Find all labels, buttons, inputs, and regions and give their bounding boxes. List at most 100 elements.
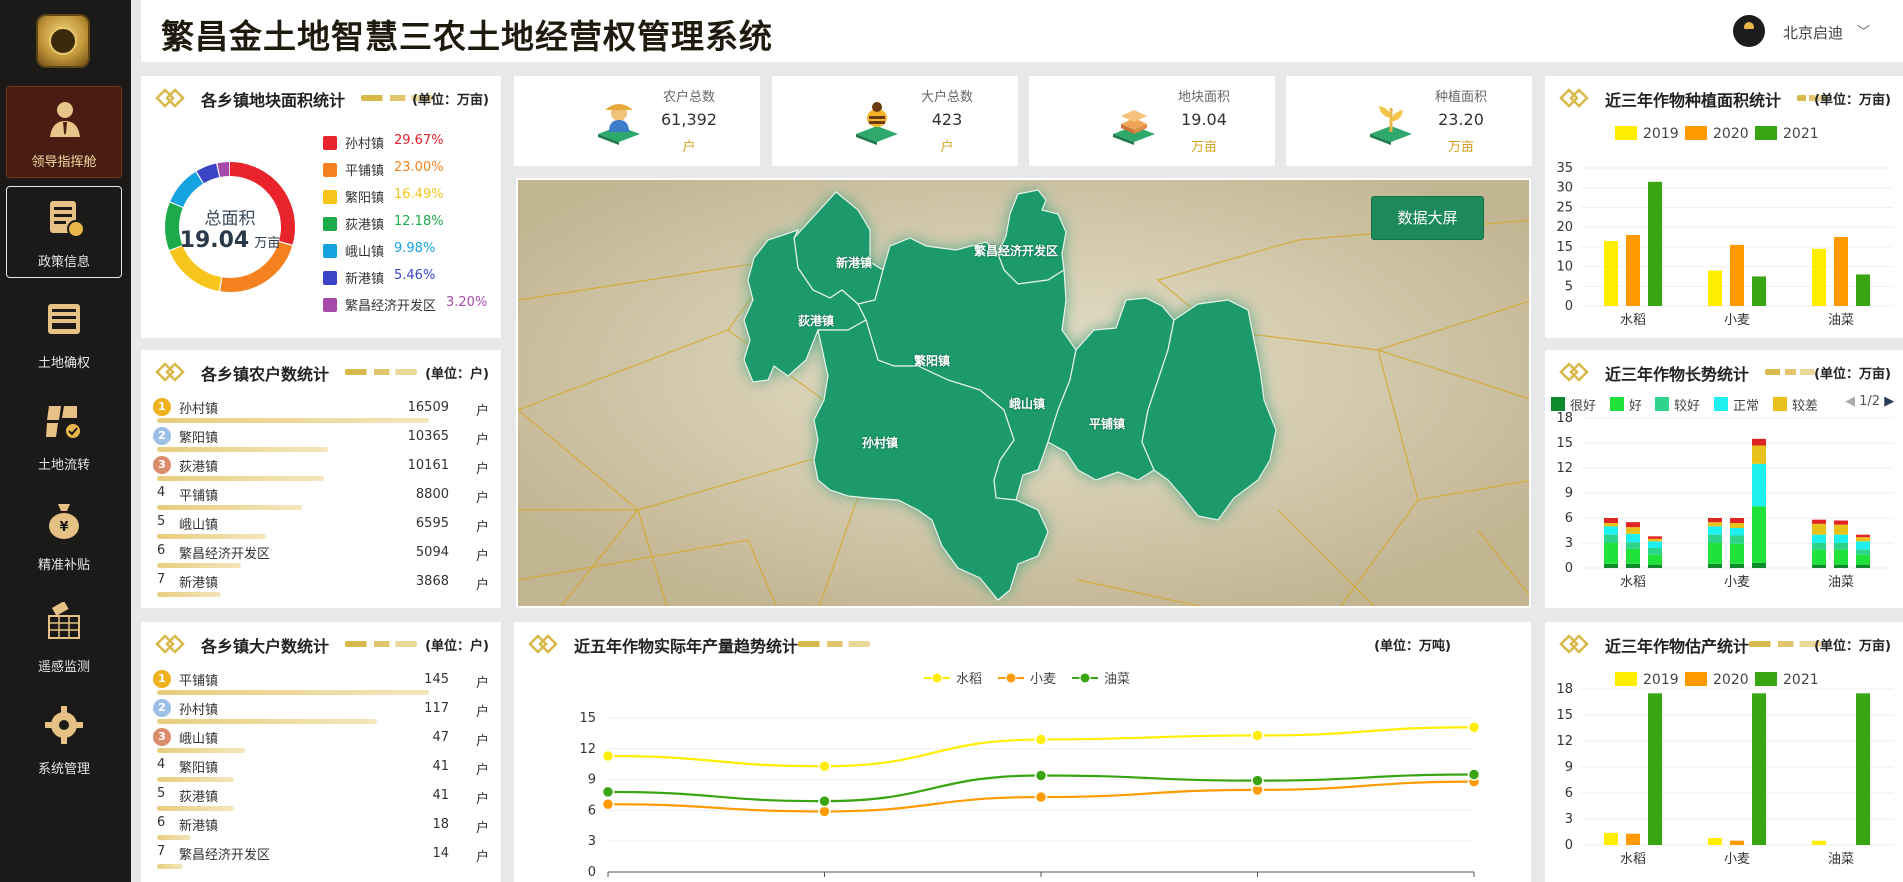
- stacked-bar-segment: [1730, 518, 1744, 523]
- town-map[interactable]: 新港镇 繁昌经济开发区荻港镇繁阳镇峨山镇平铺镇孙村镇 数据大屏: [516, 178, 1531, 608]
- sidebar-item-remote-sensing[interactable]: 遥感监测: [6, 592, 122, 684]
- legend-swatch: [1755, 672, 1777, 686]
- stat-label: 农户总数: [662, 90, 715, 105]
- bar: [1752, 276, 1766, 306]
- sidebar-item-land-transfer[interactable]: 土地流转: [6, 390, 122, 482]
- map-region-label[interactable]: 新港镇: [836, 254, 872, 271]
- y-tick-label: 30: [1556, 181, 1573, 196]
- rank-value: 145: [424, 672, 449, 687]
- map-region-label[interactable]: 孙村镇: [862, 434, 898, 451]
- rank-name: 繁阳镇: [179, 431, 219, 446]
- stacked-bar-segment: [1752, 463, 1766, 507]
- map-region-label[interactable]: 繁阳镇: [914, 352, 950, 369]
- stacked-bar-segment: [1834, 549, 1848, 565]
- bar: [1708, 838, 1722, 845]
- map-region-label[interactable]: 繁昌经济开发区: [974, 242, 1058, 259]
- y-tick-label: 12: [1556, 734, 1573, 749]
- bar: [1752, 693, 1766, 845]
- y-tick-label: 0: [1565, 838, 1573, 853]
- user-menu[interactable]: 北京启迪 ﹀: [1733, 15, 1885, 47]
- x-tick-label: 油菜: [1828, 575, 1854, 590]
- y-tick-label: 35: [1556, 161, 1573, 176]
- plant-icon: [1370, 106, 1412, 145]
- rank-bar: [157, 748, 246, 753]
- unit-label: (单位：万亩): [1814, 93, 1891, 108]
- y-tick-label: 6: [1565, 511, 1573, 526]
- rank-name: 峨山镇: [179, 518, 219, 533]
- legend-swatch: [323, 217, 337, 231]
- sidebar-item-system[interactable]: 系统管理: [6, 694, 122, 786]
- legend-name: 繁阳镇: [345, 191, 385, 206]
- sidebar-item-land-confirm[interactable]: 土地确权: [6, 288, 122, 380]
- rank-row: 1 平铺镇 145 户: [153, 670, 489, 698]
- stacked-bar-segment: [1812, 534, 1826, 543]
- stacked-bar-segment: [1604, 518, 1618, 523]
- rank-row: 1 孙村镇 16509 户: [153, 398, 489, 426]
- rank-bar: [157, 418, 429, 423]
- stacked-bar-segment: [1648, 548, 1662, 555]
- sidebar-item-label: 土地流转: [37, 458, 90, 473]
- data-point: [601, 785, 615, 799]
- panel-title-text: 各乡镇大户数统计: [201, 637, 330, 656]
- sidebar-item-policy[interactable]: 政策信息: [6, 186, 122, 278]
- legend-percent: 23.00%: [394, 160, 444, 175]
- sidebar-item-label: 领导指挥舱: [31, 155, 97, 170]
- estimate-panel: 近三年作物估产统计 (单位：万亩) 2019 2020 2021 0 3 6 9 12 15 18…: [1545, 622, 1903, 882]
- sidebar-item-subsidy[interactable]: ¥ 精准补贴: [6, 490, 122, 582]
- rank-medal-icon: 1: [153, 670, 171, 688]
- rank-unit: 户: [475, 705, 489, 720]
- stat-label: 地块面积: [1177, 90, 1230, 105]
- header: 繁昌金土地智慧三农土地经营权管理系统 北京启迪 ﹀: [141, 0, 1903, 62]
- title-emblem-icon: [1559, 362, 1589, 382]
- map-region-label[interactable]: 平铺镇: [1089, 415, 1125, 432]
- x-tick-label: 小麦: [1724, 313, 1750, 328]
- pager-next-icon[interactable]: ▶: [1884, 394, 1894, 409]
- title-emblem-icon: [1559, 88, 1589, 108]
- rank-value: 3868: [415, 574, 449, 589]
- rank-number: 7: [157, 572, 166, 587]
- legend-swatch: [1610, 397, 1624, 411]
- stacked-bar-segment: [1752, 563, 1766, 568]
- stacked-bar-segment: [1648, 536, 1662, 539]
- sidebar-item-leader-cockpit[interactable]: 领导指挥舱: [6, 86, 122, 178]
- stacked-bar-segment: [1834, 543, 1848, 550]
- legend-percent: 29.67%: [394, 133, 444, 148]
- y-tick-label: 9: [588, 773, 596, 788]
- rank-medal-icon: 3: [153, 456, 171, 474]
- rank-medal-icon: 3: [153, 728, 171, 746]
- stacked-bar-segment: [1604, 543, 1618, 564]
- legend-percent: 5.46%: [394, 268, 436, 283]
- stacked-bar-segment: [1730, 523, 1744, 528]
- planting-panel: 近三年作物种植面积统计 (单位：万亩) 2019 2020 2021 0 5 10 15 20…: [1545, 76, 1903, 338]
- y-tick-label: 9: [1565, 486, 1573, 501]
- legend-percent: 12.18%: [394, 214, 444, 229]
- data-point: [1467, 720, 1481, 734]
- map-region-label[interactable]: 峨山镇: [1009, 395, 1045, 412]
- stacked-bar-segment: [1812, 543, 1826, 550]
- rank-bar: [157, 563, 241, 568]
- y-tick-label: 15: [1556, 240, 1573, 255]
- bar: [1812, 840, 1826, 845]
- rank-row: 7 新港镇 3868 户: [153, 572, 489, 600]
- map-region-label[interactable]: 荻港镇: [798, 312, 834, 329]
- trend-line-chart: 水稻小麦油菜0369121520172018201920202021: [579, 672, 1490, 882]
- policy-document-icon: [50, 201, 85, 238]
- rank-name: 孙村镇: [179, 402, 219, 417]
- stacked-bar-segment: [1626, 527, 1640, 534]
- data-point: [1034, 733, 1048, 746]
- title-emblem-icon: [155, 634, 185, 654]
- rank-number: 5: [157, 786, 166, 801]
- bar: [1626, 235, 1640, 306]
- rank-name: 荻港镇: [179, 790, 219, 805]
- rank-name: 峨山镇: [179, 732, 219, 747]
- legend-percent: 3.20%: [446, 295, 488, 310]
- donut-center-value: 19.04: [179, 228, 250, 253]
- pager-prev-icon[interactable]: ◀: [1845, 394, 1855, 409]
- stacked-bar-segment: [1812, 519, 1826, 524]
- bar: [1604, 240, 1618, 306]
- rank-unit: 户: [475, 850, 489, 865]
- rank-value: 18: [432, 817, 449, 832]
- data-screen-button[interactable]: 数据大屏: [1371, 196, 1484, 240]
- rank-value: 8800: [415, 487, 449, 502]
- y-tick-label: 5: [1565, 279, 1573, 294]
